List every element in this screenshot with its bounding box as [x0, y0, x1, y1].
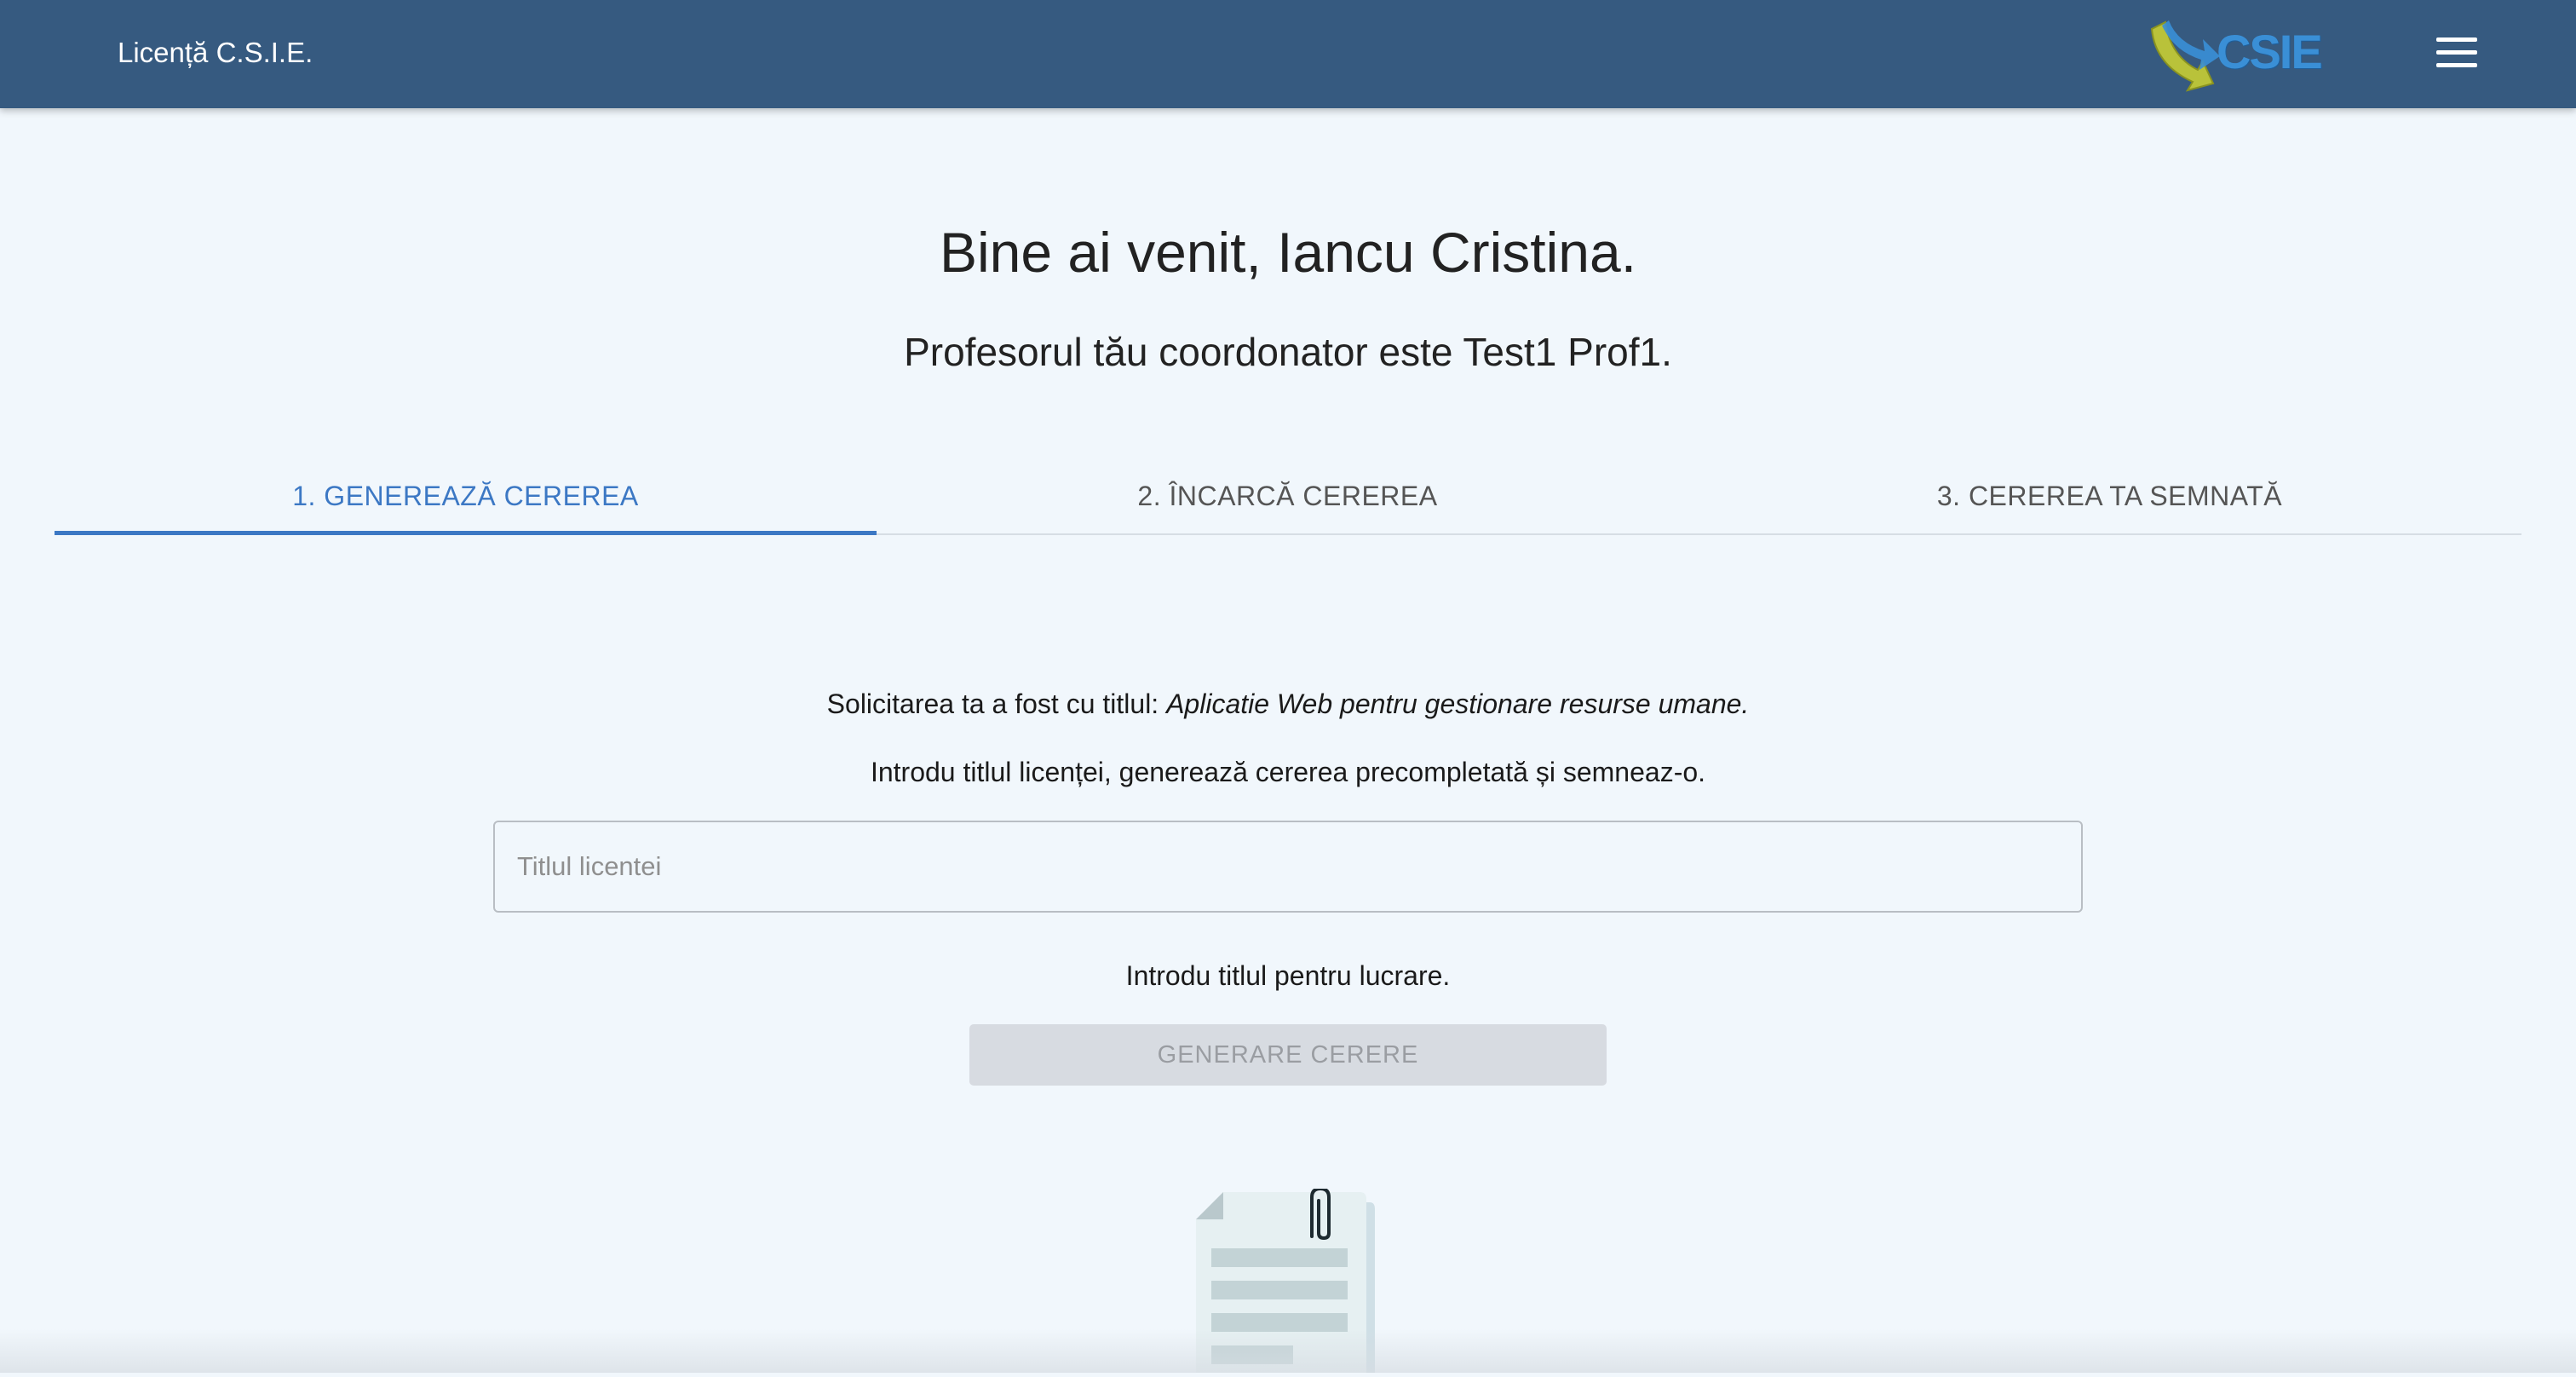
tab-upload-request[interactable]: 2. ÎNCARCĂ CEREREA [877, 459, 1699, 533]
logo-text: CSIE [2217, 25, 2323, 78]
tab-label: 1. GENEREAZĂ CEREREA [292, 481, 639, 511]
tab-generate-request[interactable]: 1. GENEREAZĂ CEREREA [55, 459, 877, 535]
main-content: Bine ai venit, Iancu Cristina. Profesoru… [0, 108, 2576, 1373]
helper-text: Introdu titlul pentru lucrare. [1125, 960, 1451, 991]
generate-request-button[interactable]: GENERARE CERERE [969, 1024, 1607, 1086]
welcome-heading: Bine ai venit, Iancu Cristina. [939, 221, 1637, 284]
app-title[interactable]: Licență C.S.I.E. [118, 34, 313, 72]
csie-logo[interactable]: CSIE [2143, 14, 2323, 92]
tab-signed-request[interactable]: 3. CEREREA TA SEMNATĂ [1699, 459, 2521, 533]
tab-label: 3. CEREREA TA SEMNATĂ [1936, 481, 2283, 511]
tab-label: 2. ÎNCARCĂ CEREREA [1137, 481, 1438, 511]
steps-tabs: 1. GENEREAZĂ CEREREA 2. ÎNCARCĂ CEREREA … [55, 459, 2521, 535]
logo-arrows-icon [2150, 20, 2220, 92]
request-title: Aplicatie Web pentru gestionare resurse … [1166, 688, 1750, 719]
instructions-text: Introdu titlul licenței, generează cerer… [870, 757, 1706, 787]
coordinator-subheading: Profesorul tău coordonator este Test1 Pr… [904, 330, 1672, 374]
bottom-edge-shadow [0, 1329, 2576, 1373]
hamburger-menu-icon[interactable] [2433, 32, 2481, 73]
active-tab-indicator [55, 531, 877, 535]
request-prefix: Solicitarea ta a fost cu titlul: [826, 688, 1167, 719]
thesis-title-input[interactable] [493, 821, 2083, 913]
request-info-text: Solicitarea ta a fost cu titlul: Aplicat… [0, 685, 2576, 723]
top-app-bar: Licență C.S.I.E. CSIE [0, 0, 2576, 108]
